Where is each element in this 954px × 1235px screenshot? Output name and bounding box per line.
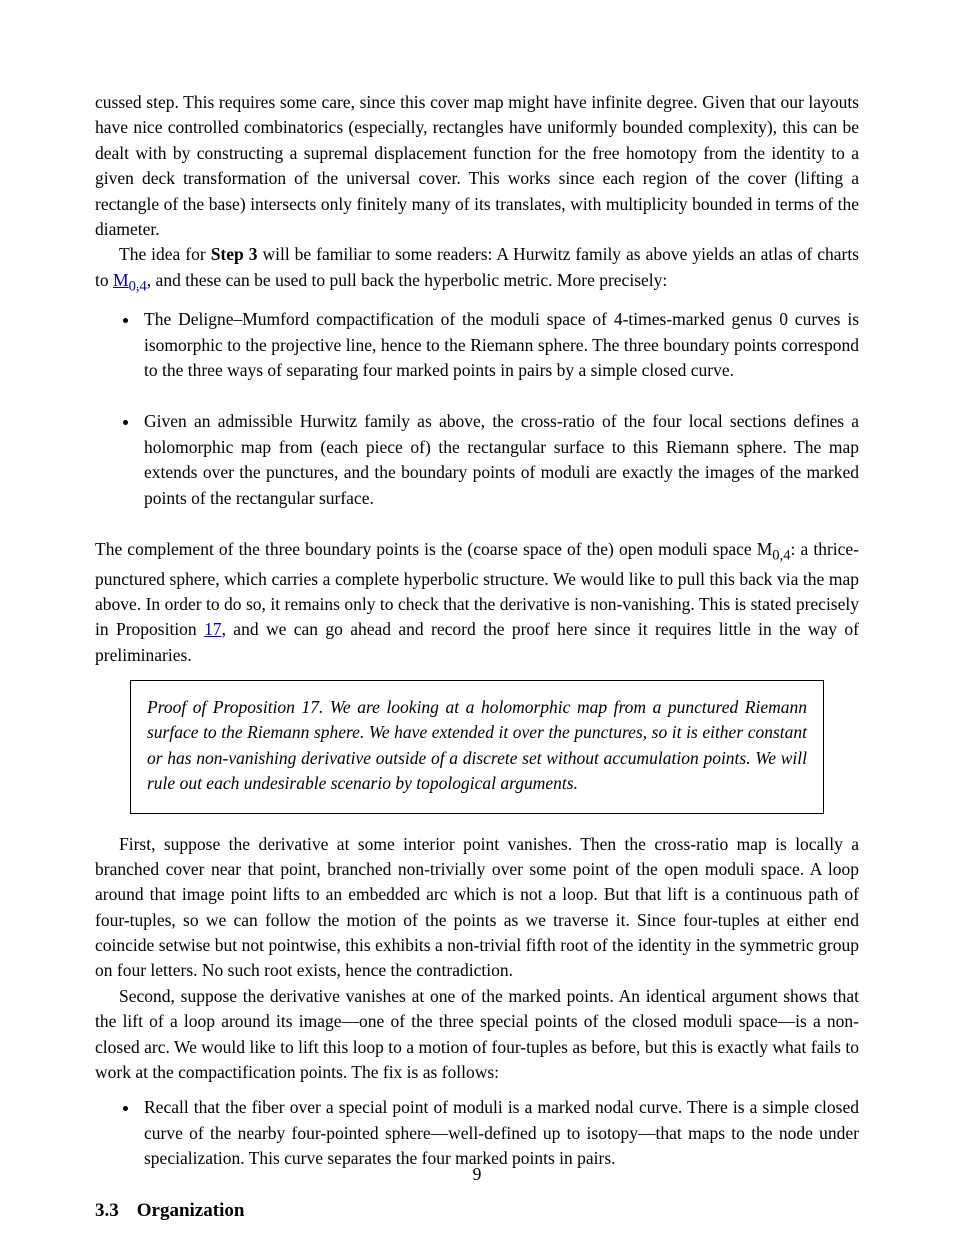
bullet-list-1: The Deligne–Mumford compactification of … (95, 307, 859, 511)
section-heading: 3.3 Organization (95, 1197, 859, 1225)
list-item: The Deligne–Mumford compactification of … (140, 307, 859, 383)
bullet-list-2: Recall that the fiber over a special poi… (95, 1095, 859, 1171)
moduli-space-link[interactable]: M0,4 (113, 270, 147, 290)
proof-text-italic: Proof of Proposition 17. We are looking … (147, 697, 807, 793)
text-bold-step3: Step 3 (206, 244, 258, 264)
proposition-ref-link[interactable]: 17 (204, 619, 222, 639)
list-item: Given an admissible Hurwitz family as ab… (140, 409, 859, 511)
page-number: 9 (0, 1162, 954, 1187)
proof-box: Proof of Proposition 17. We are looking … (130, 680, 824, 814)
symbol-subscript: 0,4 (772, 547, 790, 563)
text-run: The idea for (119, 244, 206, 264)
link-subscript: 0,4 (129, 278, 147, 294)
body-paragraph-3: The complement of the three boundary poi… (95, 537, 859, 668)
section-title: Organization (137, 1200, 245, 1221)
symbol-m: M (757, 539, 773, 559)
body-paragraph-2: The idea for Step 3 will be familiar to … (95, 242, 859, 297)
section-number: 3.3 (95, 1200, 119, 1221)
body-paragraph-5: Second, suppose the derivative vanishes … (95, 984, 859, 1086)
body-paragraph-4: First, suppose the derivative at some in… (95, 832, 859, 984)
text-run: , and these can be used to pull back the… (147, 270, 667, 290)
moduli-space-symbol: M0,4 (757, 539, 791, 559)
text-run: The complement of the three boundary poi… (95, 539, 757, 559)
body-paragraph-1: cussed step. This requires some care, si… (95, 90, 859, 242)
link-symbol: M (113, 270, 129, 290)
list-item: Recall that the fiber over a special poi… (140, 1095, 859, 1171)
